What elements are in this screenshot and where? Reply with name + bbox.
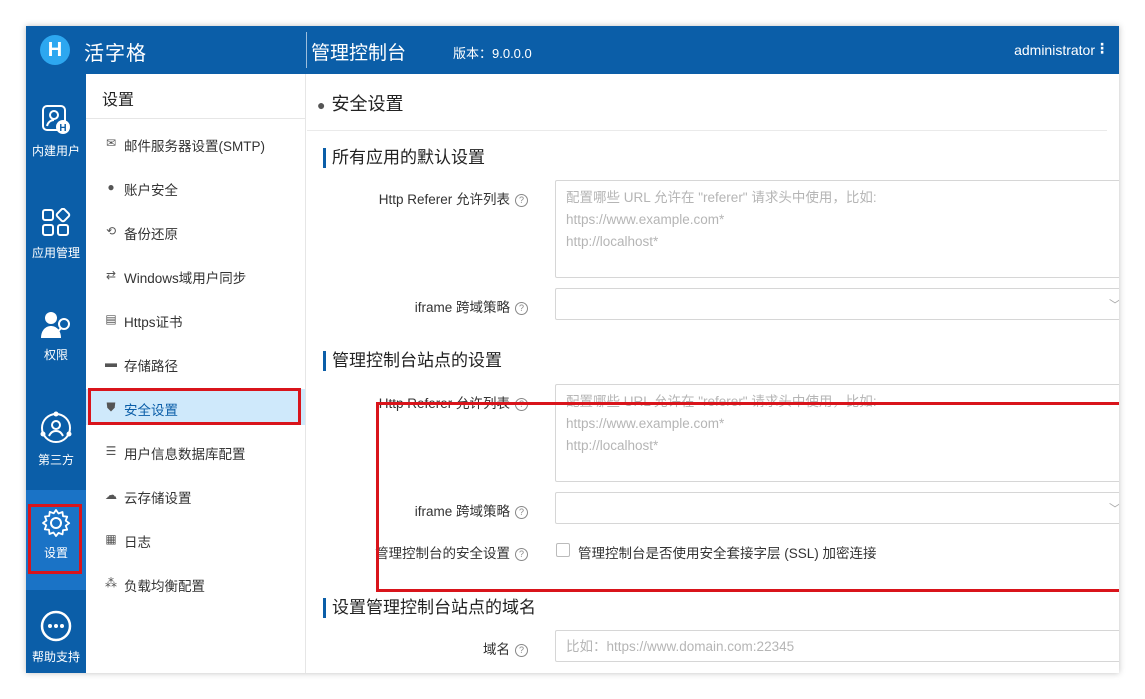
user-lock-icon: ● <box>317 97 326 113</box>
help-icon[interactable]: ? <box>515 302 528 315</box>
submenu-item-smtp[interactable]: ✉ 邮件服务器设置(SMTP) <box>86 125 305 161</box>
highlight-box-security-settings <box>88 388 301 425</box>
user-lock-icon: ● <box>107 180 115 194</box>
settings-submenu: 设置 ✉ 邮件服务器设置(SMTP) ● 账户安全 ⟲ 备份还原 ⇄ Windo… <box>86 74 306 673</box>
nav-label: 第三方 <box>37 453 74 467</box>
submenu-divider <box>86 118 305 119</box>
nav-item-permissions[interactable]: 权限 <box>26 310 86 402</box>
top-bar: H 活字格 管理控制台 版本：9.0.0.0 administrator ⋮ <box>26 26 1119 74</box>
logo-icon: H <box>40 35 70 65</box>
app-grid-icon <box>42 208 71 236</box>
nav-label: 帮助支持 <box>31 650 80 664</box>
app-window: H 活字格 管理控制台 版本：9.0.0.0 administrator ⋮ H… <box>26 26 1119 673</box>
section-title-console-site: 管理控制台站点的设置 <box>323 351 502 371</box>
submenu-title: 设置 <box>102 92 135 109</box>
highlight-box-settings <box>28 504 82 574</box>
user-badge-icon: H <box>42 105 70 134</box>
page-title: ● 安全设置 <box>317 90 403 116</box>
user-name[interactable]: administrator <box>1014 42 1095 58</box>
more-icon <box>40 610 72 642</box>
field-label-text: Http Referer 允许列表 <box>378 192 510 207</box>
third-party-icon <box>40 411 72 443</box>
submenu-item-https[interactable]: ▤ Https证书 <box>86 301 305 337</box>
submenu-item-storage-path[interactable]: ▬ 存储路径 <box>86 345 305 381</box>
main-content: ● 安全设置 所有应用的默认设置 Http Referer 允许列表? ifram… <box>307 74 1119 673</box>
field-label-text: iframe 跨域策略 <box>414 300 510 315</box>
version-label: 版本：9.0.0.0 <box>453 46 532 61</box>
submenu-item-label: 日志 <box>124 535 151 550</box>
submenu-item-account-security[interactable]: ● 账户安全 <box>86 169 305 205</box>
nav-label: 内建用户 <box>31 144 80 158</box>
user-key-icon <box>41 312 70 338</box>
submenu-item-label: 云存储设置 <box>124 491 192 506</box>
referer-label-default: Http Referer 允许列表? <box>328 188 528 208</box>
section-title-default-apps: 所有应用的默认设置 <box>323 148 485 168</box>
iframe-label-default: iframe 跨域策略? <box>328 296 528 316</box>
nav-item-help[interactable]: 帮助支持 <box>26 610 86 673</box>
submenu-item-label: Https证书 <box>124 315 183 330</box>
submenu-item-user-db[interactable]: ☰ 用户信息数据库配置 <box>86 433 305 469</box>
submenu-item-label: 账户安全 <box>124 183 178 198</box>
submenu-item-label: 存储路径 <box>124 359 178 374</box>
more-vertical-icon[interactable]: ⋮ <box>1095 40 1109 57</box>
nav-item-app-management[interactable]: 应用管理 <box>26 208 86 300</box>
submenu-item-load-balance[interactable]: ⁂ 负载均衡配置 <box>86 565 305 601</box>
title-divider <box>307 130 1107 131</box>
app-name: 活字格 <box>84 43 147 65</box>
iframe-policy-select-default[interactable]: ﹀ <box>555 288 1119 320</box>
svg-text:H: H <box>59 123 66 134</box>
submenu-item-label: Windows域用户同步 <box>124 271 247 286</box>
log-icon: ▦ <box>105 532 117 546</box>
submenu-item-log[interactable]: ▦ 日志 <box>86 521 305 557</box>
help-icon[interactable]: ? <box>515 194 528 207</box>
field-label-text: 域名 <box>483 642 510 657</box>
database-icon: ☰ <box>105 444 117 458</box>
domain-label: 域名? <box>328 638 528 658</box>
header-divider <box>306 32 307 68</box>
submenu-item-label: 备份还原 <box>124 227 178 242</box>
section-title-domain: 设置管理控制台站点的域名 <box>323 598 536 618</box>
certificate-icon: ▤ <box>105 312 117 326</box>
chevron-down-icon: ﹀ <box>1109 296 1119 313</box>
left-nav: H 内建用户 应用管理 权限 第三方 设置 帮助支持 <box>26 74 86 673</box>
folder-icon: ▬ <box>105 356 117 370</box>
load-balance-icon: ⁂ <box>105 576 117 590</box>
cloud-icon: ☁ <box>105 488 117 502</box>
submenu-item-backup[interactable]: ⟲ 备份还原 <box>86 213 305 249</box>
highlight-box-console-settings <box>376 402 1119 592</box>
page-title-text: 安全设置 <box>331 94 404 114</box>
nav-label: 应用管理 <box>31 246 80 260</box>
referer-allowlist-default[interactable] <box>555 180 1119 278</box>
help-icon[interactable]: ? <box>515 644 528 657</box>
submenu-item-cloud-storage[interactable]: ☁ 云存储设置 <box>86 477 305 513</box>
backup-icon: ⟲ <box>105 224 117 238</box>
nav-item-builtin-users[interactable]: H 内建用户 <box>26 104 86 196</box>
submenu-item-label: 负载均衡配置 <box>124 579 205 594</box>
domain-input[interactable] <box>555 630 1119 662</box>
console-title: 管理控制台 <box>311 43 407 64</box>
nav-label: 权限 <box>43 348 68 362</box>
submenu-item-windows-sync[interactable]: ⇄ Windows域用户同步 <box>86 257 305 293</box>
sync-icon: ⇄ <box>105 268 117 282</box>
submenu-item-label: 邮件服务器设置(SMTP) <box>124 139 265 154</box>
mail-icon: ✉ <box>105 136 117 150</box>
submenu-item-label: 用户信息数据库配置 <box>124 447 246 462</box>
